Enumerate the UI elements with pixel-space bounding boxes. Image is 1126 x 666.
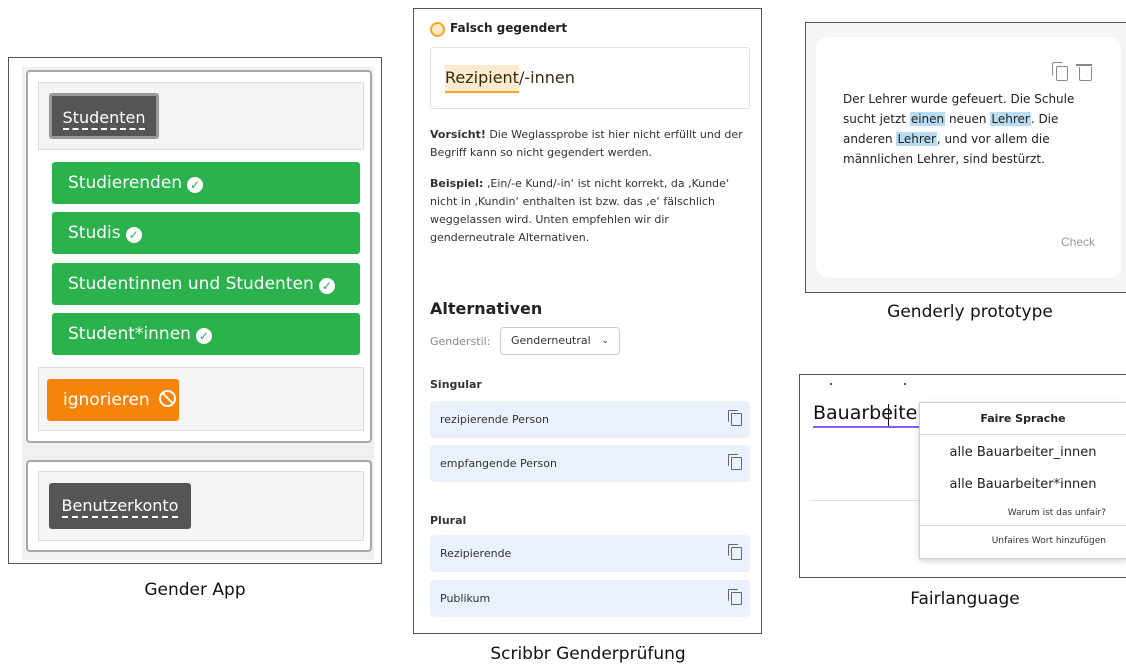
genderstil-value: Genderneutral	[511, 334, 591, 347]
word-button[interactable]: Studenten	[49, 93, 159, 139]
scribbr-panel: Falsch gegendert Rezipient/-innen Vorsic…	[413, 8, 762, 634]
alternative-label: Studentinnen und Studenten	[68, 274, 314, 294]
alternative-button[interactable]: Studentinnen und Studenten ✓	[52, 263, 360, 305]
account-button[interactable]: Benutzerkonto	[49, 483, 191, 529]
account-box: Benutzerkonto	[26, 460, 372, 552]
alternative-item[interactable]: Rezipierende	[430, 535, 750, 572]
genderly-caption: Genderly prototype	[887, 302, 1053, 322]
alternative-text: rezipierende Person	[440, 413, 549, 426]
word-area: Studenten	[38, 82, 364, 150]
ignore-label: ignorieren	[63, 390, 150, 410]
alternative-label: Student*innen	[68, 324, 191, 344]
ban-icon	[159, 390, 177, 407]
highlighted-word[interactable]: einen	[909, 112, 946, 126]
check-circle-icon: ✓	[318, 278, 335, 294]
plural-heading: Plural	[430, 514, 467, 527]
genderstil-select[interactable]: Genderneutral ⌄	[500, 327, 620, 355]
alternative-text: Publikum	[440, 592, 491, 605]
editor-line	[810, 500, 930, 501]
fairlanguage-caption: Fairlanguage	[910, 589, 1020, 609]
gender-app-panel: Studenten Studierenden ✓ Studis ✓ Studenti…	[8, 57, 382, 564]
alternative-label: Studierenden	[68, 173, 183, 193]
flagged-word[interactable]: Bauarbeiter.	[813, 402, 930, 428]
warning-bold: Vorsicht!	[430, 128, 486, 141]
account-button-label: Benutzerkonto	[61, 496, 179, 518]
text-segment: neuen	[945, 112, 991, 126]
alternative-label: Studis	[68, 223, 121, 243]
suggestion-box: Studenten Studierenden ✓ Studis ✓ Studenti…	[26, 70, 372, 443]
add-unfair-word-link[interactable]: Unfaires Wort hinzufügen	[920, 526, 1126, 556]
alternative-item[interactable]: Publikum	[430, 580, 750, 617]
alternative-button[interactable]: Studierenden ✓	[52, 162, 360, 204]
flagged-term: Rezipient/-innen	[445, 65, 575, 93]
editor-dot	[904, 383, 906, 385]
status-label: Falsch gegendert	[450, 21, 568, 35]
status-circle-icon	[430, 22, 445, 37]
trash-icon[interactable]	[1079, 67, 1092, 81]
editor-top	[800, 375, 1126, 376]
alternative-text: empfangende Person	[440, 457, 557, 470]
alternative-text: Rezipierende	[440, 547, 512, 560]
copy-icon-back	[1052, 62, 1063, 76]
check-button[interactable]: Check	[1061, 235, 1095, 249]
suggestion-menu: Faire Sprache alle Bauarbeiter_innen all…	[919, 402, 1126, 559]
genderly-text[interactable]: Der Lehrer wurde gefeuert. Die Schule su…	[843, 89, 1083, 169]
copy-icon[interactable]	[728, 589, 742, 605]
alternative-item[interactable]: rezipierende Person	[430, 401, 750, 438]
gender-app-background: Studenten Studierenden ✓ Studis ✓ Studenti…	[22, 67, 374, 560]
text-cursor	[888, 404, 889, 426]
term-card: Rezipient/-innen	[430, 47, 750, 109]
highlighted-word[interactable]: Lehrer	[896, 132, 937, 146]
check-circle-icon: ✓	[187, 177, 204, 193]
example-text: Beispiel: ‚Ein/-e Kund/-in‘ ist nicht ko…	[430, 175, 752, 247]
suggestion-item[interactable]: alle Bauarbeiter_innen	[920, 437, 1126, 469]
check-circle-icon: ✓	[125, 227, 142, 243]
genderly-panel: Der Lehrer wurde gefeuert. Die Schule su…	[805, 22, 1126, 293]
fairlanguage-panel: Bauarbeiter. 3/ Faire Sprache alle Bauar…	[799, 374, 1126, 578]
genderstil-label: Genderstil:	[430, 335, 491, 348]
genderly-card: Der Lehrer wurde gefeuert. Die Schule su…	[816, 37, 1121, 278]
flagged-term-rest: /-innen	[518, 68, 575, 87]
copy-icon[interactable]	[728, 454, 742, 470]
copy-icon[interactable]	[728, 544, 742, 560]
alternative-button[interactable]: Studis ✓	[52, 212, 360, 254]
singular-heading: Singular	[430, 378, 482, 391]
gender-app-caption: Gender App	[144, 580, 246, 600]
warning-text: Vorsicht! Die Weglassprobe ist hier nich…	[430, 126, 752, 162]
copy-icon[interactable]	[728, 410, 742, 426]
chevron-down-icon: ⌄	[601, 336, 609, 346]
ignore-area: ignorieren	[38, 367, 364, 431]
editor-dot	[830, 383, 832, 385]
ignore-button[interactable]: ignorieren	[47, 379, 179, 421]
alternative-button[interactable]: Student*innen ✓	[52, 313, 360, 355]
account-area: Benutzerkonto	[38, 471, 364, 541]
example-bold: Beispiel:	[430, 177, 484, 190]
check-circle-icon: ✓	[195, 328, 212, 344]
why-unfair-link[interactable]: Warum ist das unfair?	[920, 501, 1126, 526]
suggestion-item[interactable]: alle Bauarbeiter*innen	[920, 469, 1126, 501]
scribbr-caption: Scribbr Genderprüfung	[490, 644, 686, 664]
alternatives-heading: Alternativen	[430, 299, 543, 318]
trash-lid	[1076, 64, 1092, 66]
highlighted-word[interactable]: Lehrer	[990, 112, 1031, 126]
word-button-label: Studenten	[62, 108, 146, 130]
alternative-item[interactable]: empfangende Person	[430, 445, 750, 482]
flagged-term-highlight: Rezipient	[445, 65, 519, 93]
menu-title: Faire Sprache	[920, 403, 1126, 435]
